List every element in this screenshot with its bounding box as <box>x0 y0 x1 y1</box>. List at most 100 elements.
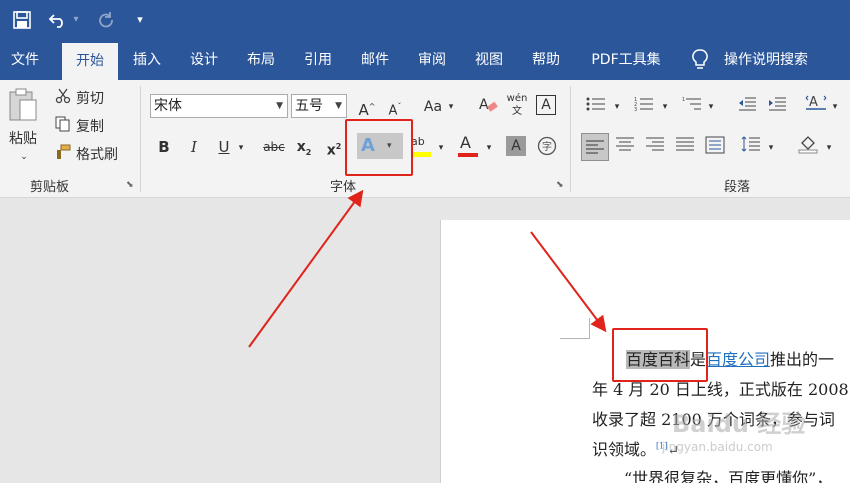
align-left-button[interactable] <box>581 133 609 161</box>
tab-file[interactable]: 文件 <box>0 40 50 80</box>
tab-review[interactable]: 审阅 <box>407 40 457 80</box>
tab-home[interactable]: 开始 <box>62 43 118 80</box>
enclose-char-icon[interactable]: A <box>536 95 556 115</box>
callout-box-selected-text <box>612 328 708 382</box>
font-group-label: 字体 <box>330 180 357 195</box>
copy-icon[interactable] <box>52 116 74 139</box>
tell-me-label: 操作说明搜索 <box>724 52 808 68</box>
chevron-down-icon[interactable]: ▾ <box>612 96 622 118</box>
highlight-color-bar <box>411 152 431 157</box>
save-icon[interactable] <box>10 8 34 32</box>
group-divider <box>140 86 141 192</box>
redo-icon[interactable] <box>94 8 118 32</box>
tab-references[interactable]: 引用 <box>293 40 343 80</box>
chevron-down-icon[interactable]: ▾ <box>484 137 494 159</box>
superscript-mark: 2 <box>335 142 342 151</box>
font-launcher-icon[interactable]: ⬊ <box>556 180 566 190</box>
svg-text:3: 3 <box>634 107 637 112</box>
chevron-down-icon[interactable]: ▾ <box>830 96 840 118</box>
bold-button[interactable]: B <box>154 136 174 158</box>
chevron-down-icon[interactable]: ▾ <box>706 96 716 118</box>
clear-formatting-icon[interactable]: A <box>476 96 500 121</box>
align-center-icon[interactable] <box>614 136 636 159</box>
font-name-box[interactable]: 宋体 ▼ <box>150 94 288 118</box>
bullets-icon[interactable] <box>584 96 608 119</box>
multilevel-list-icon[interactable]: 1 <box>680 96 704 119</box>
font-size-box[interactable]: 五号 ▼ <box>291 94 347 118</box>
customize-icon[interactable]: ▾ <box>128 8 152 32</box>
hyperlink[interactable]: 百度公司 <box>706 350 770 369</box>
tab-design[interactable]: 设计 <box>179 40 229 80</box>
align-right-icon[interactable] <box>644 136 666 159</box>
distributed-icon[interactable] <box>704 136 726 161</box>
chevron-down-icon[interactable]: ▾ <box>236 137 246 159</box>
svg-text:1: 1 <box>682 97 685 103</box>
paragraph-line-5[interactable]: “世界很复杂，百度更懂你”， <box>624 465 832 483</box>
line-spacing-icon[interactable] <box>740 136 762 159</box>
strikethrough-button[interactable]: abc <box>260 136 288 158</box>
tab-mailings[interactable]: 邮件 <box>350 40 400 80</box>
cut-button[interactable]: 剪切 <box>76 88 104 110</box>
grow-font-icon[interactable]: A^ <box>356 96 378 121</box>
underline-button[interactable]: U <box>214 136 234 158</box>
increase-indent-icon[interactable] <box>766 96 788 119</box>
clipboard-launcher-icon[interactable]: ⬊ <box>126 180 136 190</box>
superscript-button[interactable]: x2 <box>324 136 344 162</box>
svg-text:A: A <box>479 97 489 113</box>
group-divider <box>570 86 571 192</box>
tab-pdf-tools[interactable]: PDF工具集 <box>582 40 670 80</box>
highlight-label: ab <box>411 135 425 148</box>
tab-layout[interactable]: 布局 <box>236 40 286 80</box>
format-painter-button[interactable]: 格式刷 <box>76 144 118 166</box>
paste-dropdown-icon[interactable]: ⌄ <box>14 146 34 168</box>
chevron-down-icon[interactable]: ▾ <box>766 137 776 159</box>
callout-box-text-effects <box>345 119 413 176</box>
svg-text:字: 字 <box>542 140 552 153</box>
title-bar: ▾ ▾ <box>0 0 850 40</box>
margin-corner-mark <box>560 318 590 339</box>
watermark-url: jingyan.baidu.com <box>662 440 773 454</box>
format-painter-icon[interactable] <box>52 144 74 167</box>
font-color-glyph: A <box>460 133 471 152</box>
text-direction-icon[interactable]: A <box>804 94 828 120</box>
font-color-bar <box>458 153 478 157</box>
numbering-icon[interactable]: 123 <box>632 96 656 119</box>
chevron-down-icon[interactable]: ▼ <box>276 95 283 117</box>
char-shading-button[interactable]: A <box>506 136 526 156</box>
italic-button[interactable]: I <box>184 136 204 158</box>
undo-icon[interactable] <box>46 8 70 32</box>
font-color-button[interactable]: A <box>456 134 480 160</box>
svg-text:A: A <box>809 95 818 110</box>
text-run: 推出的一 <box>770 350 835 369</box>
justify-icon[interactable] <box>674 136 696 159</box>
watermark-logo: Baidu 经验 <box>672 410 806 438</box>
chevron-down-icon[interactable]: ▼ <box>335 95 342 117</box>
tab-help[interactable]: 帮助 <box>521 40 571 80</box>
clipboard-group-label: 剪贴板 <box>30 180 70 195</box>
copy-button[interactable]: 复制 <box>76 116 104 138</box>
subscript-button[interactable]: x2 <box>294 136 314 164</box>
ribbon-tabs: 文件 开始 插入 设计 布局 引用 邮件 审阅 视图 帮助 PDF工具集 操作说… <box>0 40 850 80</box>
undo-dropdown-icon[interactable]: ▾ <box>70 8 82 32</box>
shading-icon[interactable] <box>796 134 820 161</box>
lightbulb-icon <box>692 40 714 80</box>
font-name-value: 宋体 <box>154 98 182 114</box>
paragraph-group-label: 段落 <box>724 180 751 195</box>
superscript-glyph: x <box>326 142 336 159</box>
ribbon-home: 粘贴 ⌄ 剪切 复制 格式刷 剪贴板 ⬊ 宋体 ▼ 五号 ▼ A^ Aˇ Aa … <box>0 80 850 198</box>
chevron-down-icon[interactable]: ▾ <box>446 96 456 118</box>
text-run: 识领域。 <box>592 440 657 459</box>
chevron-down-icon[interactable]: ▾ <box>824 137 834 159</box>
scissors-icon[interactable] <box>52 88 74 111</box>
change-case-button[interactable]: Aa <box>420 96 446 118</box>
tell-me-search[interactable]: 操作说明搜索 <box>692 40 808 80</box>
chevron-down-icon[interactable]: ▾ <box>436 137 446 159</box>
clipboard-icon[interactable] <box>6 88 40 122</box>
decrease-indent-icon[interactable] <box>736 96 758 119</box>
tab-view[interactable]: 视图 <box>464 40 514 80</box>
chevron-down-icon[interactable]: ▾ <box>660 96 670 118</box>
tab-insert[interactable]: 插入 <box>122 40 172 80</box>
enclosed-chars-icon[interactable]: 字 <box>536 136 558 158</box>
subscript-glyph: x <box>296 139 306 155</box>
phonetic-guide-icon[interactable]: wén 文 <box>506 92 528 118</box>
